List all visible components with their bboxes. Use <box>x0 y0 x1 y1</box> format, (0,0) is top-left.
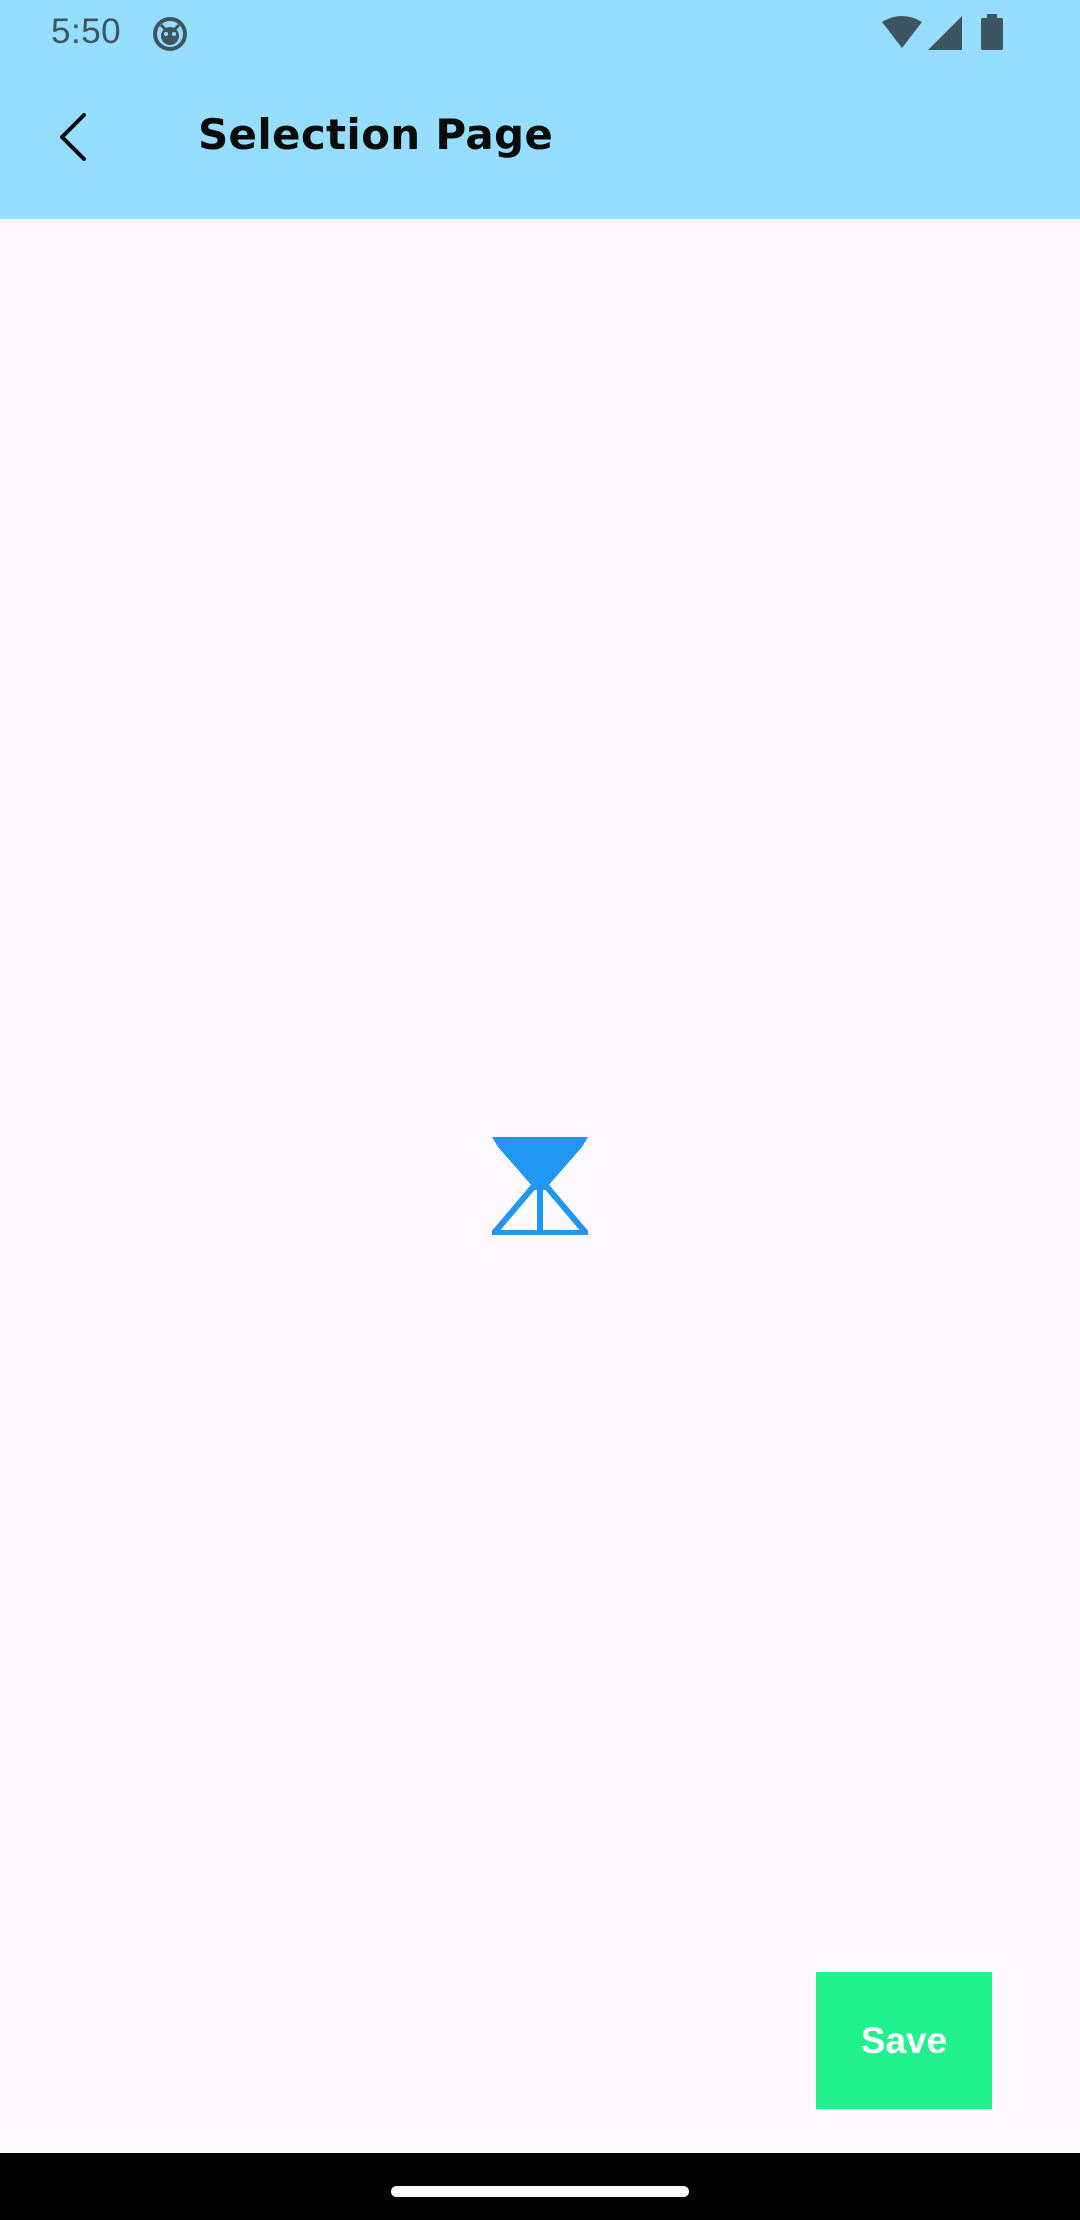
chevron-left-icon <box>60 113 86 161</box>
save-button[interactable]: Save <box>816 1972 992 2109</box>
status-bar: 5:50 <box>0 0 1080 66</box>
wifi-icon <box>882 16 922 48</box>
battery-icon <box>981 14 1003 50</box>
back-button[interactable] <box>36 94 108 180</box>
main-content <box>0 219 1080 2153</box>
system-nav-bar <box>0 2153 1080 2220</box>
hourglass-icon <box>492 1137 588 1235</box>
page-title: Selection Page <box>198 110 554 159</box>
status-time: 5:50 <box>51 12 122 51</box>
app-bar: Selection Page <box>0 66 1080 219</box>
cell-signal-icon <box>928 16 962 50</box>
android-debug-icon <box>153 17 187 51</box>
home-indicator[interactable] <box>391 2186 689 2197</box>
